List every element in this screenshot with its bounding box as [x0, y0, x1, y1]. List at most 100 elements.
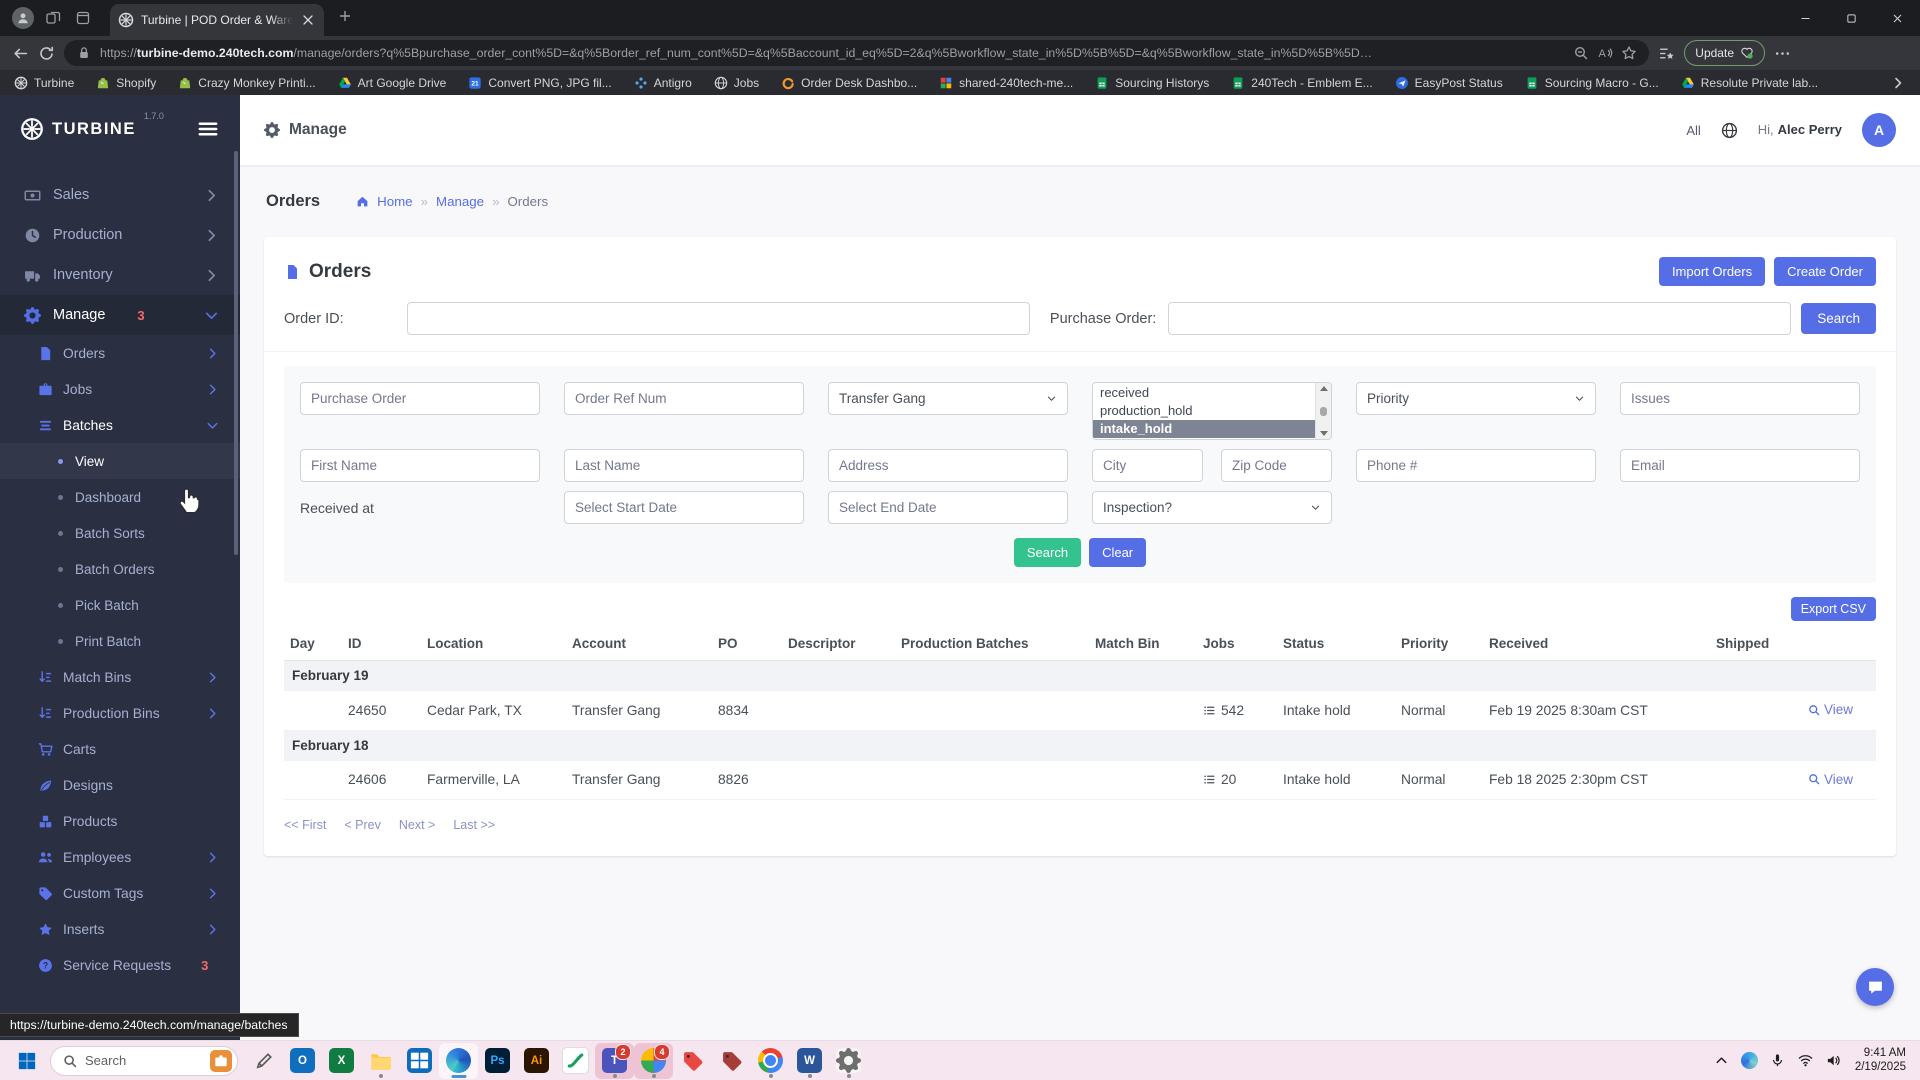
address-input[interactable]	[828, 449, 1068, 482]
sidebar-item-custom-tags[interactable]: Custom Tags	[0, 875, 240, 911]
browser-update-button[interactable]: Update	[1684, 40, 1765, 66]
scroll-thumb[interactable]	[1320, 406, 1327, 416]
sidebar-item-match-bins[interactable]: Match Bins	[0, 659, 240, 695]
purchase-order-filter-input[interactable]	[300, 382, 540, 415]
taskbar-clock[interactable]: 9:41 AM 2/19/2025	[1855, 1047, 1906, 1074]
snip-tool-taskbar-icon[interactable]	[244, 1043, 283, 1079]
browser-tab[interactable]: Turbine | POD Order & Warehous...	[110, 4, 324, 36]
workflow-option-received[interactable]: received	[1093, 384, 1315, 402]
settings-taskbar-icon[interactable]	[829, 1043, 868, 1079]
chat-widget-button[interactable]	[1856, 968, 1894, 1006]
new-tab-button[interactable]	[330, 1, 360, 31]
first-name-input[interactable]	[300, 449, 540, 482]
notes-taskbar-icon[interactable]	[556, 1043, 595, 1079]
pinwheel-taskbar-icon[interactable]: 4	[634, 1042, 673, 1079]
bookmark-crazy-monkey-printi[interactable]: Crazy Monkey Printi...	[178, 76, 316, 90]
sidebar-item-print-batch[interactable]: Print Batch	[0, 623, 240, 659]
all-filter[interactable]: All	[1686, 123, 1700, 138]
sidebar-item-batches[interactable]: Batches	[0, 407, 240, 443]
favorites-bar-icon[interactable]	[1658, 45, 1675, 62]
sidebar-item-inserts[interactable]: Inserts	[0, 911, 240, 947]
sidebar-item-employees[interactable]: Employees	[0, 839, 240, 875]
read-aloud-icon[interactable]: A	[1597, 45, 1613, 61]
workflow-state-listbox[interactable]: received production_hold intake_hold	[1092, 382, 1332, 440]
inspection-select[interactable]: Inspection?	[1092, 491, 1332, 524]
bookmark-convert-png-jpg-fil[interactable]: 21 Convert PNG, JPG fil...	[468, 76, 612, 90]
sidebar-item-manage[interactable]: Manage 3	[0, 295, 240, 335]
menu-dots-icon[interactable]	[1774, 45, 1791, 62]
order-ref-num-input[interactable]	[564, 382, 804, 415]
filter-clear-button[interactable]: Clear	[1089, 538, 1147, 567]
priority-select[interactable]: Priority	[1356, 382, 1596, 415]
file-explorer-taskbar-icon[interactable]	[361, 1043, 400, 1079]
pagination-first[interactable]: << First	[284, 818, 326, 832]
listbox-scrollbar[interactable]	[1315, 383, 1331, 439]
phone-input[interactable]	[1356, 449, 1596, 482]
tray-widget-icon[interactable]	[1737, 1046, 1763, 1076]
sidebar-item-sales[interactable]: Sales	[0, 175, 240, 215]
sidebar-item-carts[interactable]: Carts	[0, 731, 240, 767]
issues-input[interactable]	[1620, 382, 1860, 415]
tag-red-taskbar-icon[interactable]	[673, 1043, 712, 1079]
microsoft-store-taskbar-icon[interactable]	[400, 1043, 439, 1079]
tray-chevron-up-icon[interactable]	[1709, 1046, 1735, 1076]
bookmark-240tech-emblem-e[interactable]: 240Tech - Emblem E...	[1231, 76, 1373, 90]
favorite-star-icon[interactable]	[1621, 45, 1637, 61]
illustrator-taskbar-icon[interactable]: Ai	[517, 1043, 556, 1079]
tag-dark-taskbar-icon[interactable]	[712, 1043, 751, 1079]
edge-taskbar-icon[interactable]	[439, 1042, 478, 1079]
hamburger-menu-icon[interactable]	[196, 117, 220, 141]
create-order-button[interactable]: Create Order	[1774, 257, 1876, 286]
bookmark-resolute-private-lab[interactable]: Resolute Private lab...	[1681, 76, 1818, 90]
last-name-input[interactable]	[564, 449, 804, 482]
tab-actions-button[interactable]	[68, 3, 98, 33]
volume-icon[interactable]	[1821, 1046, 1847, 1076]
filter-search-button[interactable]: Search	[1013, 538, 1082, 567]
word-taskbar-icon[interactable]: W	[790, 1043, 829, 1079]
order-id-input[interactable]	[407, 302, 1030, 335]
maximize-button[interactable]	[1828, 0, 1874, 36]
microphone-icon[interactable]	[1765, 1046, 1791, 1076]
taskbar-search[interactable]: Search	[50, 1045, 238, 1076]
account-select[interactable]: Transfer Gang	[828, 382, 1068, 415]
bookmark-order-desk-dashbo[interactable]: Order Desk Dashbo...	[781, 76, 917, 90]
scroll-up-icon[interactable]	[1319, 386, 1328, 391]
refresh-button[interactable]	[38, 45, 55, 62]
workflow-option-intake-hold[interactable]: intake_hold	[1093, 420, 1315, 438]
pagination-last[interactable]: Last >>	[453, 818, 495, 832]
close-button[interactable]	[1874, 0, 1920, 36]
tab-close-icon[interactable]	[300, 12, 316, 28]
bookmark-art-google-drive[interactable]: Art Google Drive	[338, 76, 446, 90]
pagination-prev[interactable]: < Prev	[344, 818, 380, 832]
photoshop-taskbar-icon[interactable]: Ps	[478, 1043, 517, 1079]
purchase-order-input[interactable]	[1168, 302, 1792, 335]
back-button[interactable]	[12, 45, 29, 62]
bookmark-sourcing-historys[interactable]: Sourcing Historys	[1095, 76, 1209, 90]
sidebar-item-orders[interactable]: Orders	[0, 335, 240, 371]
bookmark-easypost-status[interactable]: EasyPost Status	[1395, 76, 1503, 90]
jobs-count[interactable]: 20	[1203, 772, 1271, 787]
city-input[interactable]	[1092, 449, 1203, 482]
scroll-down-icon[interactable]	[1319, 431, 1328, 436]
sidebar-item-production-bins[interactable]: Production Bins	[0, 695, 240, 731]
pagination-next[interactable]: Next >	[399, 818, 435, 832]
brand[interactable]: TURBINE 1.7.0	[0, 95, 240, 163]
excel-taskbar-icon[interactable]: X	[322, 1043, 361, 1079]
bookmarks-overflow-icon[interactable]	[1890, 75, 1906, 91]
start-date-input[interactable]	[564, 491, 804, 524]
breadcrumb-manage[interactable]: Manage	[436, 194, 484, 209]
browser-profile-button[interactable]	[8, 3, 38, 33]
sidebar-item-production[interactable]: Production	[0, 215, 240, 255]
chrome-taskbar-icon[interactable]	[751, 1043, 790, 1079]
outlook-taskbar-icon[interactable]: O	[283, 1043, 322, 1079]
sidebar-item-jobs[interactable]: Jobs	[0, 371, 240, 407]
bookmark-shared-240tech-me[interactable]: shared-240tech-me...	[939, 76, 1073, 90]
sidebar-item-dashboard[interactable]: Dashboard	[0, 479, 240, 515]
bookmark-sourcing-macro-g[interactable]: Sourcing Macro - G...	[1525, 76, 1659, 90]
workspaces-button[interactable]	[38, 3, 68, 33]
bookmark-jobs[interactable]: Jobs	[714, 76, 759, 90]
zoom-icon[interactable]	[1573, 45, 1589, 61]
teams-taskbar-icon[interactable]: T2	[595, 1042, 634, 1079]
zip-code-input[interactable]	[1221, 449, 1332, 482]
end-date-input[interactable]	[828, 491, 1068, 524]
